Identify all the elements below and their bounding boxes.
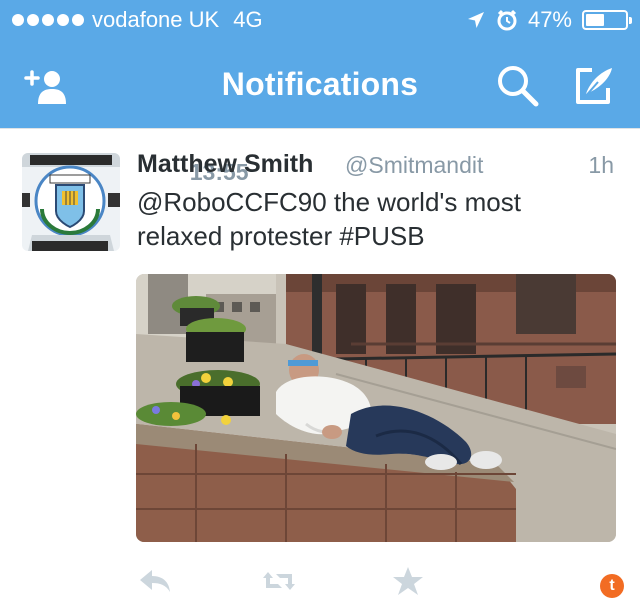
app-badge-icon[interactable]: t <box>600 574 624 598</box>
battery-fill <box>586 14 604 26</box>
tweet-text: @RoboCCFC90 the world's most relaxed pro… <box>137 185 607 253</box>
network-type: 4G <box>233 7 263 32</box>
favorite-icon[interactable] <box>391 566 425 596</box>
compose-icon[interactable] <box>570 62 618 110</box>
tweet-author-name[interactable]: Matthew Smith <box>137 150 313 179</box>
tweet-text-line-2: relaxed protester #PUSB <box>137 221 425 251</box>
battery-icon <box>582 10 632 30</box>
carrier-name: vodafone UK <box>92 7 220 32</box>
battery-percent: 47% <box>527 7 572 32</box>
coventry-city-crest-avatar[interactable] <box>22 153 120 251</box>
tweet-author-handle[interactable]: @Smitmandit <box>345 152 483 179</box>
location-arrow-icon <box>467 12 484 28</box>
tweet-timestamp: 1h <box>588 152 614 178</box>
tweet-photo[interactable] <box>136 274 616 542</box>
retweet-icon[interactable] <box>262 566 296 596</box>
app-header: vodafone UK 4G 13:55 47% Notifications <box>0 0 640 185</box>
signal-strength-dots <box>12 14 84 26</box>
header-divider <box>0 128 640 129</box>
tweet-text-line-1: @RoboCCFC90 the world's most <box>137 187 521 217</box>
status-bar: vodafone UK 4G 13:55 47% <box>0 0 640 185</box>
reply-icon[interactable] <box>138 566 172 596</box>
alarm-icon <box>497 9 517 31</box>
search-icon[interactable] <box>494 62 542 110</box>
page-title: Notifications <box>221 66 419 102</box>
navigation-bar: Notifications <box>0 42 640 128</box>
